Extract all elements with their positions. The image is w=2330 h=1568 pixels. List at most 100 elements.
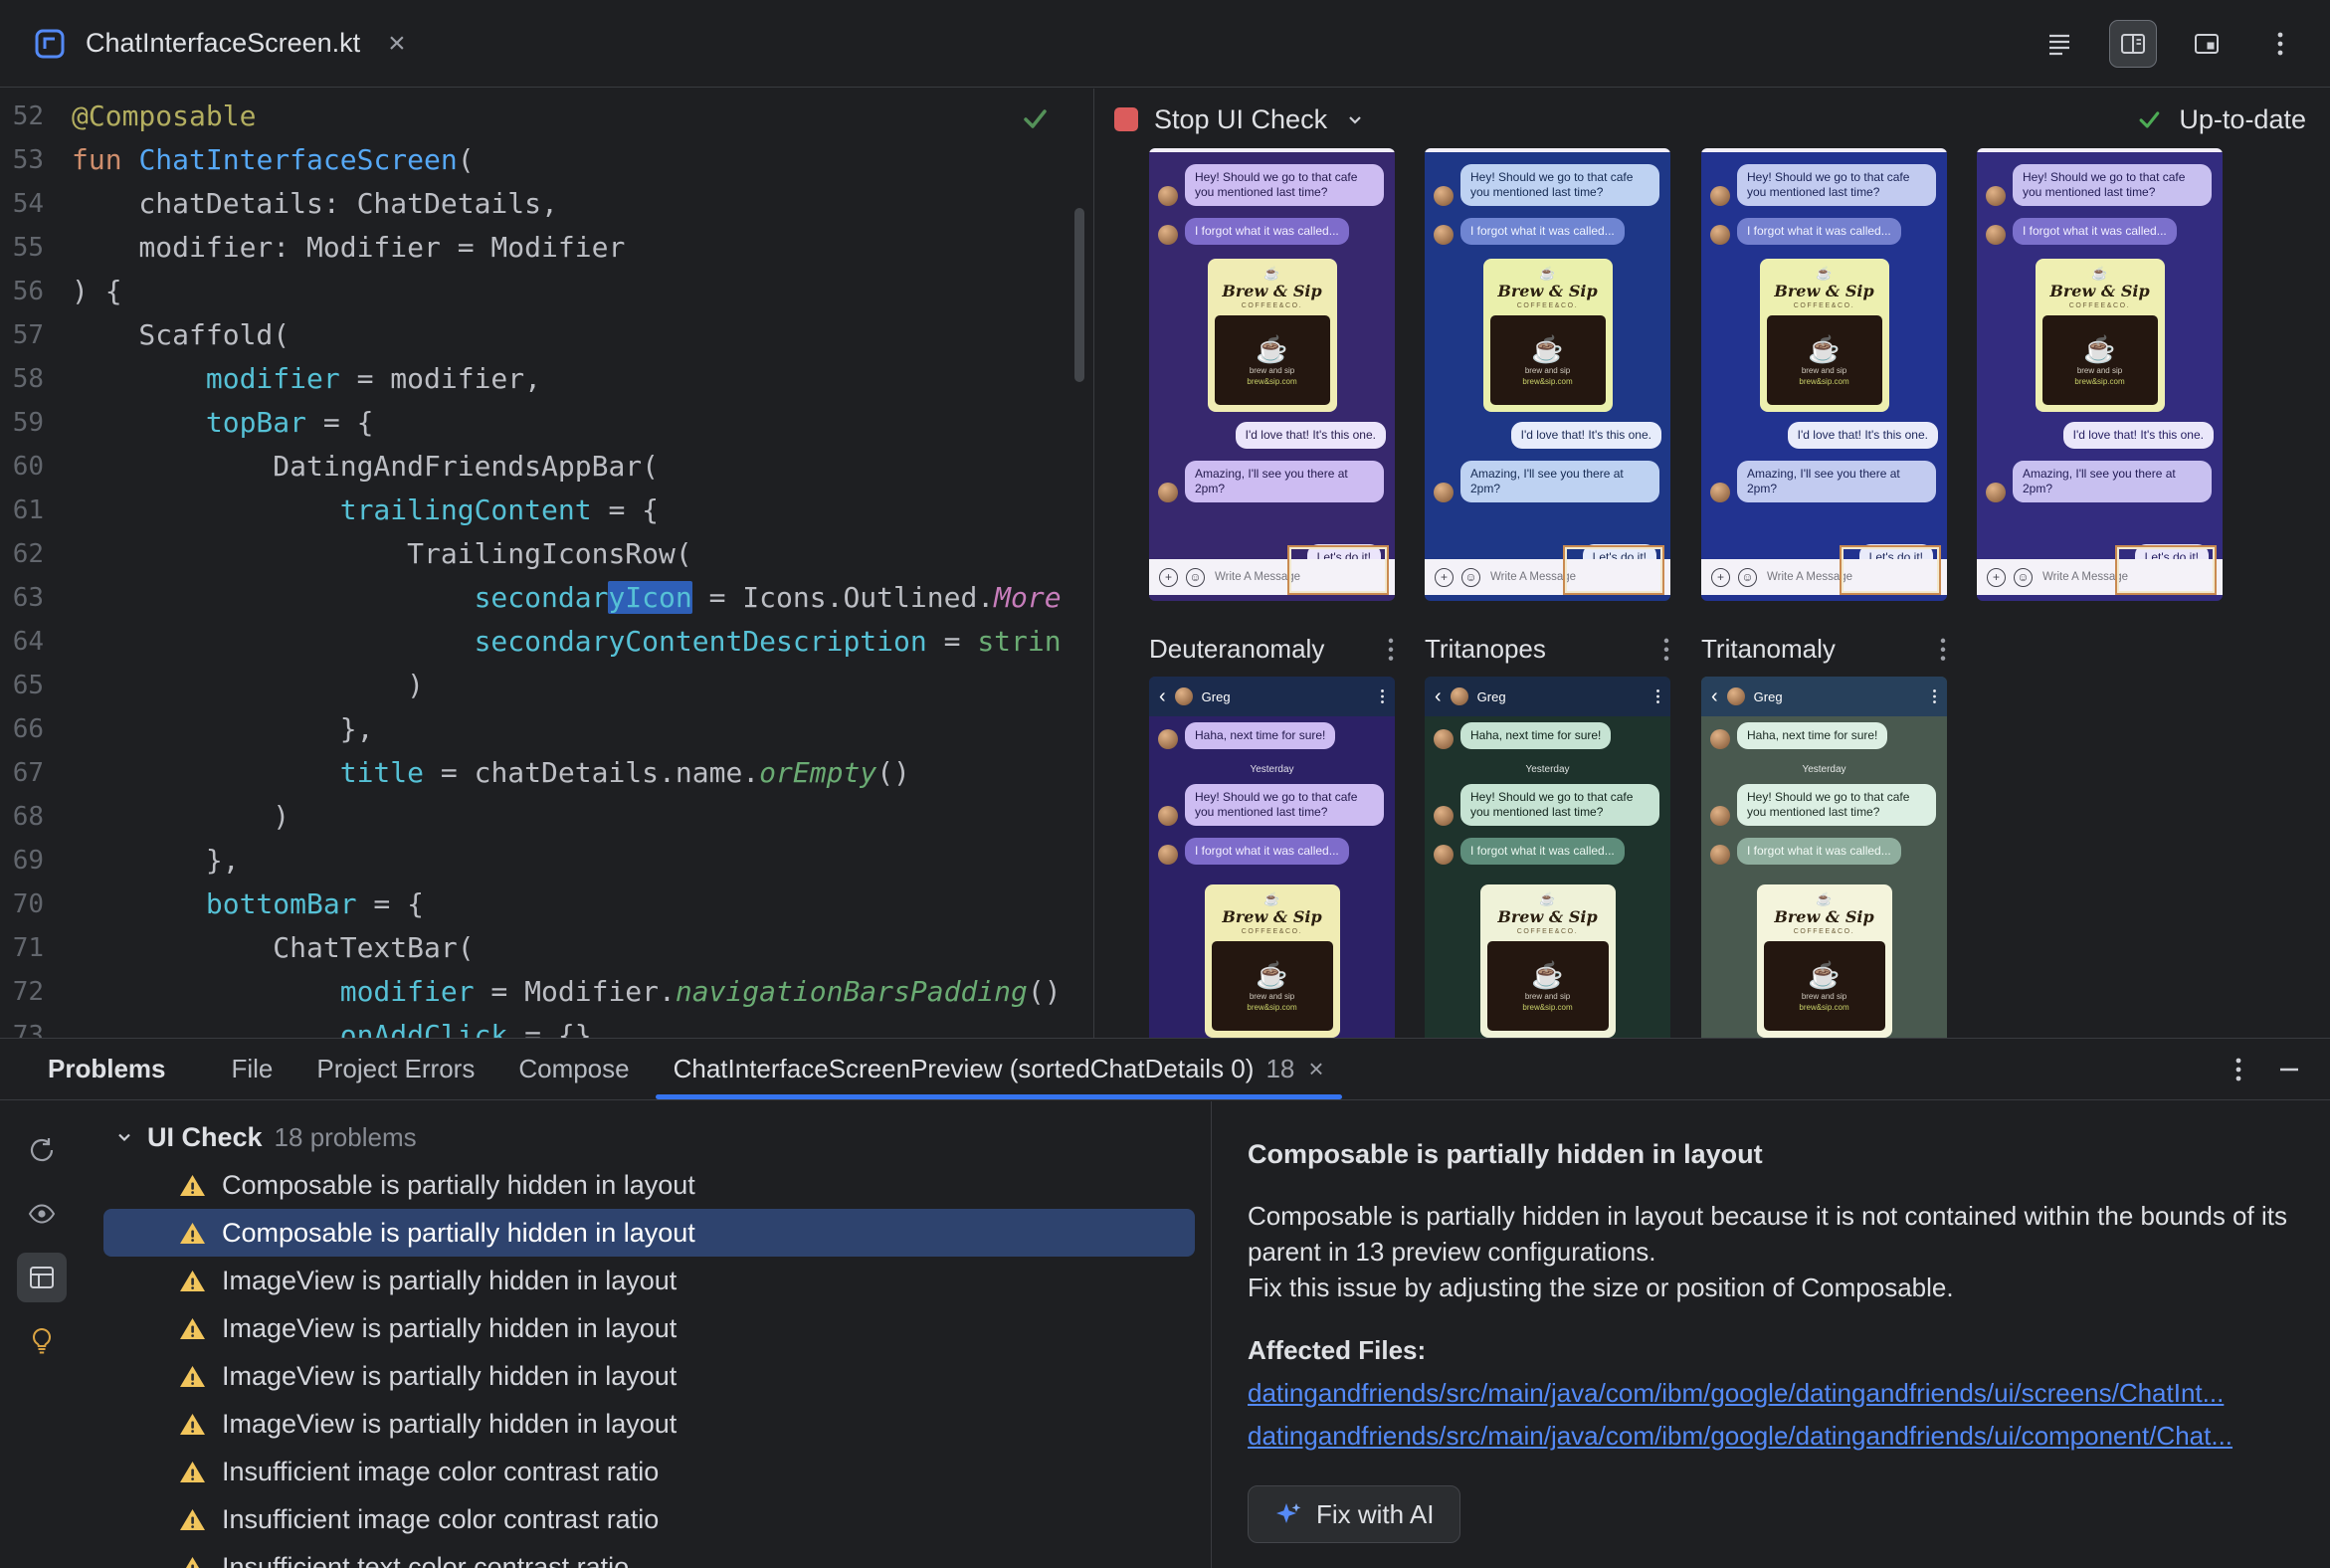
code-line[interactable]: 71 ChatTextBar( — [0, 926, 1092, 970]
problems-toolbar — [0, 1101, 84, 1568]
code-line[interactable]: 60 DatingAndFriendsAppBar( — [0, 445, 1092, 489]
code-line[interactable]: 69 }, — [0, 839, 1092, 882]
code-text: trailingContent = { — [339, 493, 660, 526]
code-text: modifier = modifier, — [205, 362, 542, 395]
problem-item[interactable]: Composable is partially hidden in layout — [103, 1161, 1195, 1209]
code-line[interactable]: 61 trailingContent = { — [0, 489, 1092, 532]
kebab-icon[interactable] — [1662, 637, 1670, 663]
preview-phone[interactable]: ‹ Greg Haha, next time for sure! Yesterday H… — [1149, 677, 1395, 1038]
card-subtitle: COFFEE&CO. — [1793, 928, 1855, 935]
message-row: I'd love that! It's this one. — [1149, 416, 1395, 455]
card-title: Brew & Sip — [1497, 907, 1598, 926]
details-view-icon[interactable] — [17, 1253, 67, 1302]
ui-check-panel: Stop UI Check Up-to-date Hey! Should we … — [1093, 89, 2330, 1038]
card-title: Brew & Sip — [1497, 282, 1598, 300]
problem-item[interactable]: ImageView is partially hidden in layout — [103, 1352, 1195, 1400]
fix-with-ai-button[interactable]: Fix with AI — [1248, 1485, 1461, 1543]
code-line[interactable]: 70 bottomBar = { — [0, 882, 1092, 926]
avatar — [1158, 845, 1178, 865]
preview-phone[interactable]: ‹ Greg Haha, next time for sure! Yesterday H… — [1425, 677, 1670, 1038]
minimize-icon[interactable] — [2276, 1057, 2302, 1082]
code-line[interactable]: 59 topBar = { — [0, 401, 1092, 445]
code-text: }, — [72, 844, 240, 877]
tab-close-icon[interactable]: × — [1308, 1054, 1323, 1084]
tab-chatinterfacescreenpreview-sortedchatdetails-0[interactable]: ChatInterfaceScreenPreview (sortedChatDe… — [652, 1039, 1346, 1099]
problem-item[interactable]: Composable is partially hidden in layout — [103, 1209, 1195, 1257]
problem-item[interactable]: ImageView is partially hidden in layout — [103, 1400, 1195, 1448]
problems-tabbar-actions — [2234, 1039, 2302, 1099]
card-photo: ☕ brew and sip brew&sip.com — [2041, 315, 2158, 405]
code-line[interactable]: 56) { — [0, 270, 1092, 313]
problems-tool-window: Problems File Project Errors Compose ChatInt… — [0, 1038, 2330, 1568]
file-tab[interactable]: ChatInterfaceScreen.kt × — [0, 0, 430, 87]
editor-scrollbar[interactable] — [1074, 208, 1084, 382]
code-editor[interactable]: 52 @Composable 53 fun ChatInterfaceScreen(5… — [0, 89, 1092, 1038]
preview-phone[interactable]: ‹ Greg Haha, next time for sure! Yesterday H… — [1701, 677, 1947, 1038]
line-number: 53 — [12, 145, 44, 175]
kebab-icon[interactable] — [1387, 637, 1395, 663]
tab-file[interactable]: File — [210, 1039, 295, 1099]
problem-item[interactable]: Insufficient image color contrast ratio — [103, 1495, 1195, 1543]
message-row: Hey! Should we go to that cafe you menti… — [1149, 158, 1395, 212]
split-editor-preview-icon[interactable] — [2109, 19, 2157, 68]
preview-phone[interactable]: Hey! Should we go to that cafe you menti… — [1425, 148, 1670, 601]
status-strip — [1425, 148, 1670, 152]
code-line[interactable]: 57 Scaffold( — [0, 313, 1092, 357]
code-line[interactable]: 66 }, — [0, 707, 1092, 751]
tab-project-errors[interactable]: Project Errors — [294, 1039, 496, 1099]
avatar — [1986, 186, 2006, 206]
problem-item[interactable]: ImageView is partially hidden in layout — [103, 1257, 1195, 1304]
code-line[interactable]: 63 secondaryIcon = Icons.Outlined.More — [0, 576, 1092, 620]
message-row: I forgot what it was called... — [1977, 212, 2223, 251]
line-view-icon[interactable] — [2036, 20, 2083, 68]
card-caption: brew and sip — [1524, 992, 1571, 1001]
status-strip — [1701, 148, 1947, 152]
eye-icon[interactable] — [17, 1189, 67, 1239]
code-line[interactable]: 58 modifier = modifier, — [0, 357, 1092, 401]
inspection-ok-icon[interactable] — [1019, 102, 1051, 139]
problems-group[interactable]: UI Check 18 problems — [84, 1113, 1211, 1161]
code-line[interactable]: 52 @Composable — [0, 95, 1092, 138]
code-text: onAddClick = {}, — [339, 1019, 609, 1038]
code-line[interactable]: 65 ) — [0, 664, 1092, 707]
preview-phone[interactable]: Hey! Should we go to that cafe you menti… — [1701, 148, 1947, 601]
refresh-icon[interactable] — [17, 1125, 67, 1175]
code-line[interactable]: 55 modifier: Modifier = Modifier — [0, 226, 1092, 270]
code-line[interactable]: 67 title = chatDetails.name.orEmpty() — [0, 751, 1092, 795]
chevron-down-icon[interactable] — [113, 1126, 135, 1148]
problem-item[interactable]: ImageView is partially hidden in layout — [103, 1304, 1195, 1352]
message-row: Hey! Should we go to that cafe you menti… — [1977, 158, 2223, 212]
preview-phone[interactable]: Hey! Should we go to that cafe you menti… — [1149, 148, 1395, 601]
chat-bubble: I'd love that! It's this one. — [2062, 422, 2214, 449]
warning-icon — [179, 1364, 206, 1389]
affected-file-link[interactable]: datingandfriends/src/main/java/com/ibm/g… — [1248, 1421, 2290, 1452]
message-row: Amazing, I'll see you there at 2pm? — [1977, 455, 2223, 508]
problem-item[interactable]: Insufficient text color contrast ratio — [103, 1543, 1195, 1568]
tab-problems[interactable]: Problems — [26, 1039, 210, 1099]
code-text: modifier: Modifier = Modifier — [72, 231, 626, 264]
options-kebab-icon[interactable] — [2234, 1055, 2242, 1084]
coffee-cup-icon: ☕ — [1539, 266, 1556, 281]
code-line[interactable]: 73 onAddClick = {}, — [0, 1014, 1092, 1038]
code-line[interactable]: 62 TrailingIconsRow( — [0, 532, 1092, 576]
tab-close-icon[interactable]: × — [388, 27, 406, 61]
preview-mode-icon[interactable] — [2183, 20, 2231, 68]
message-row: Hey! Should we go to that cafe you menti… — [1425, 778, 1670, 832]
code-line[interactable]: 64 secondaryContentDescription = strin — [0, 620, 1092, 664]
brew-sip-card: ☕ Brew & Sip COFFEE&CO. ☕ brew and sip brew&s… — [1204, 884, 1340, 1038]
tab-compose[interactable]: Compose — [496, 1039, 651, 1099]
code-line[interactable]: 54 chatDetails: ChatDetails, — [0, 182, 1092, 226]
chat-bubble: Hey! Should we go to that cafe you menti… — [1737, 784, 1936, 826]
code-text: bottomBar = { — [205, 887, 425, 920]
kebab-icon[interactable] — [1939, 637, 1947, 663]
preview-phone[interactable]: Hey! Should we go to that cafe you menti… — [1977, 148, 2223, 601]
problem-item[interactable]: Insufficient image color contrast ratio — [103, 1448, 1195, 1495]
affected-file-link[interactable]: datingandfriends/src/main/java/com/ibm/g… — [1248, 1378, 2290, 1409]
code-line[interactable]: 72 modifier = Modifier.navigationBarsPad… — [0, 970, 1092, 1014]
back-icon: ‹ — [1711, 686, 1718, 707]
code-line[interactable]: 53 fun ChatInterfaceScreen( — [0, 138, 1092, 182]
lightbulb-icon[interactable] — [17, 1316, 67, 1366]
code-line[interactable]: 68 ) — [0, 795, 1092, 839]
plus-icon: + — [1159, 567, 1178, 587]
kebab-menu-icon[interactable] — [2256, 20, 2304, 68]
